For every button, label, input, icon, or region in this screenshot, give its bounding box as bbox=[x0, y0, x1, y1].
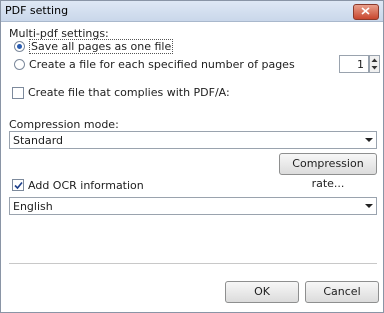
compression-mode-label: Compression mode: bbox=[9, 118, 119, 131]
chevron-down-icon bbox=[365, 138, 373, 142]
save-all-pages-label[interactable]: Save all pages as one file bbox=[29, 39, 174, 54]
ocr-language-value: English bbox=[13, 200, 53, 213]
compression-mode-select[interactable]: Standard bbox=[9, 131, 377, 149]
pages-number-input[interactable]: 1 bbox=[339, 55, 369, 73]
pdfa-label[interactable]: Create file that complies with PDF/A: bbox=[28, 86, 230, 99]
checkmark-icon bbox=[14, 181, 23, 190]
ocr-language-select[interactable]: English bbox=[9, 197, 377, 215]
pdfa-checkbox[interactable] bbox=[12, 87, 24, 99]
cancel-button[interactable]: Cancel bbox=[305, 281, 379, 303]
spinner-arrows-icon bbox=[371, 58, 378, 70]
dialog-title: PDF setting bbox=[5, 4, 69, 17]
chevron-down-icon bbox=[365, 204, 373, 208]
create-file-per-pages-radio[interactable] bbox=[14, 59, 25, 70]
divider bbox=[9, 263, 377, 264]
ocr-label[interactable]: Add OCR information bbox=[28, 179, 144, 192]
compression-mode-value: Standard bbox=[13, 134, 64, 147]
pages-number-value: 1 bbox=[357, 58, 364, 71]
pages-spinner[interactable] bbox=[369, 55, 380, 73]
compression-rate-button[interactable]: Compression rate... bbox=[279, 153, 377, 190]
close-button[interactable] bbox=[353, 4, 379, 20]
save-all-pages-radio[interactable] bbox=[14, 41, 25, 52]
pdf-setting-dialog: PDF setting Multi-pdf settings: Save all… bbox=[0, 0, 384, 313]
close-icon bbox=[361, 7, 370, 15]
ok-button[interactable]: OK bbox=[225, 281, 299, 303]
create-file-per-pages-label[interactable]: Create a file for each specified number … bbox=[29, 58, 295, 71]
title-bar: PDF setting bbox=[1, 1, 383, 22]
ocr-checkbox[interactable] bbox=[12, 179, 24, 191]
